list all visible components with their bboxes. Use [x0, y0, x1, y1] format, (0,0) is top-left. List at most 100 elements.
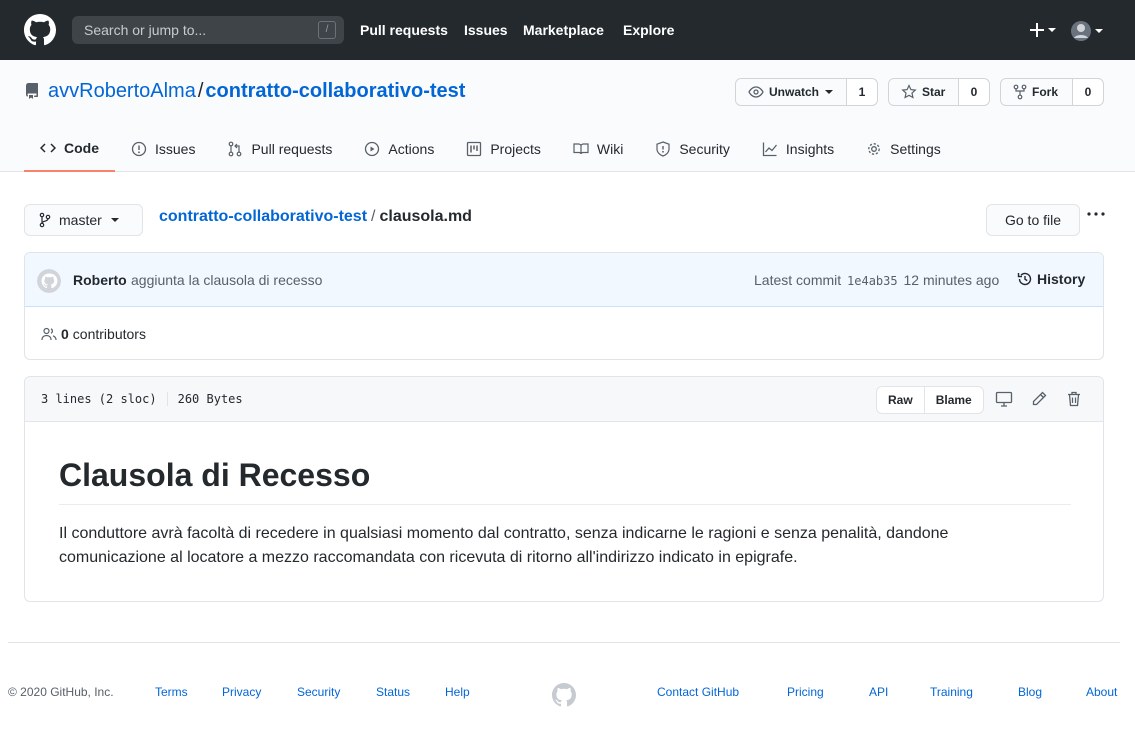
tab-issues[interactable]: Issues	[115, 126, 211, 172]
nav-marketplace[interactable]: Marketplace	[523, 22, 604, 38]
eye-icon	[748, 86, 764, 98]
fork-count[interactable]: 0	[1073, 79, 1103, 105]
search-input[interactable]: Search or jump to... /	[72, 16, 344, 44]
markdown-paragraph: Il conduttore avrà facoltà di recedere i…	[59, 522, 1071, 570]
tab-wiki[interactable]: Wiki	[557, 126, 639, 172]
project-icon	[467, 141, 482, 157]
star-button-group: Star 0	[888, 78, 990, 106]
unwatch-label: Unwatch	[769, 85, 820, 99]
star-count[interactable]: 0	[959, 79, 989, 105]
go-to-file-button[interactable]: Go to file	[986, 204, 1080, 236]
footer-link-blog[interactable]: Blog	[1018, 685, 1042, 699]
tab-label: Actions	[388, 141, 435, 157]
search-shortcut-key: /	[318, 21, 336, 39]
shield-icon	[656, 141, 670, 157]
fork-button[interactable]: Fork	[1001, 79, 1073, 105]
footer-link-training[interactable]: Training	[930, 685, 973, 699]
file-header: 3 lines (2 sloc) 260 Bytes Raw Blame	[25, 377, 1103, 422]
footer-link-pricing[interactable]: Pricing	[787, 685, 824, 699]
file-info: 3 lines (2 sloc) 260 Bytes	[41, 392, 243, 406]
footer-link-privacy[interactable]: Privacy	[222, 685, 261, 699]
history-label: History	[1037, 271, 1086, 287]
caret-down-icon	[110, 218, 119, 222]
footer-link-about[interactable]: About	[1086, 685, 1117, 699]
tab-actions[interactable]: Actions	[348, 126, 450, 172]
commit-author-link[interactable]: Roberto	[73, 272, 127, 288]
play-icon	[365, 141, 380, 157]
breadcrumb-separator: /	[371, 208, 376, 225]
blame-button[interactable]: Blame	[923, 387, 983, 413]
code-icon	[40, 143, 56, 153]
breadcrumb: contratto-collaborativo-test / clausola.md	[159, 208, 472, 226]
paragraph-line: comunicazione al locatore a mezzo raccom…	[59, 549, 798, 566]
tab-label: Projects	[490, 141, 541, 157]
nav-pull-requests[interactable]: Pull requests	[360, 22, 448, 38]
tab-insights[interactable]: Insights	[746, 126, 850, 172]
search-placeholder: Search or jump to...	[84, 22, 207, 38]
repo-title: avvRobertoAlma / contratto-collaborativo-t…	[48, 80, 465, 103]
branch-select-button[interactable]: master	[24, 204, 143, 236]
footer-link-status[interactable]: Status	[376, 685, 410, 699]
commit-row: Roberto aggiunta la clausola di recesso …	[25, 253, 1103, 307]
github-logo-icon[interactable]	[24, 14, 56, 46]
breadcrumb-repo-link[interactable]: contratto-collaborativo-test	[159, 208, 367, 225]
commit-message-link[interactable]: aggiunta la clausola di recesso	[131, 272, 322, 288]
paragraph-line: Il conduttore avrà facoltà di recedere i…	[59, 525, 949, 542]
avatar	[1071, 21, 1103, 41]
desktop-icon[interactable]	[995, 390, 1013, 408]
star-button[interactable]: Star	[889, 79, 959, 105]
pull-request-icon	[229, 141, 242, 157]
unwatch-button[interactable]: Unwatch	[736, 79, 847, 105]
footer-divider	[8, 642, 1120, 643]
user-menu[interactable]	[1071, 20, 1105, 42]
footer-link-terms[interactable]: Terms	[155, 685, 188, 699]
tab-label: Security	[679, 141, 730, 157]
watch-count[interactable]: 1	[847, 79, 877, 105]
nav-explore[interactable]: Explore	[623, 22, 674, 38]
fork-label: Fork	[1032, 85, 1059, 99]
contributors-info[interactable]: 0 contributors	[41, 326, 146, 342]
plus-icon	[1030, 23, 1056, 37]
watch-button-group: Unwatch 1	[735, 78, 878, 106]
nav-issues[interactable]: Issues	[464, 22, 508, 38]
file-info-divider	[166, 392, 168, 406]
fork-icon	[1013, 84, 1027, 100]
github-mark-icon[interactable]	[552, 683, 576, 707]
commit-time: 12 minutes ago	[903, 272, 1000, 288]
people-icon	[41, 327, 57, 341]
create-new-dropdown[interactable]	[1029, 18, 1059, 42]
tab-settings[interactable]: Settings	[850, 126, 957, 172]
footer-link-api[interactable]: API	[869, 685, 888, 699]
pencil-icon[interactable]	[1030, 390, 1048, 408]
footer-link-security[interactable]: Security	[297, 685, 340, 699]
repo-header: avvRobertoAlma / contratto-collaborativo-t…	[0, 60, 1135, 172]
repo-title-separator: /	[197, 80, 204, 102]
kebab-menu-icon[interactable]	[1086, 206, 1106, 222]
history-link[interactable]: History	[1017, 271, 1085, 287]
file-lines: 3 lines (2 sloc)	[41, 392, 157, 406]
tab-projects[interactable]: Projects	[450, 126, 557, 172]
avatar[interactable]	[37, 269, 61, 293]
history-icon	[1017, 272, 1032, 286]
repo-name-link[interactable]: contratto-collaborativo-test	[205, 80, 465, 102]
repo-owner-link[interactable]: avvRobertoAlma	[48, 80, 196, 102]
footer-link-contact[interactable]: Contact GitHub	[657, 685, 739, 699]
branch-name: master	[59, 212, 102, 228]
tab-code[interactable]: Code	[24, 126, 115, 172]
file-size: 260 Bytes	[177, 392, 243, 406]
star-label: Star	[922, 85, 946, 99]
breadcrumb-file: clausola.md	[379, 208, 472, 225]
global-header: Search or jump to... / Pull requests Iss…	[0, 0, 1135, 60]
repo-nav: Code Issues Pull requests Actions Projec…	[24, 126, 957, 172]
graph-icon	[762, 142, 777, 157]
trash-icon[interactable]	[1065, 390, 1083, 408]
tab-label: Code	[64, 140, 99, 156]
markdown-heading: Clausola di Recesso	[59, 457, 1071, 505]
raw-button[interactable]: Raw	[877, 387, 924, 413]
footer-link-help[interactable]: Help	[445, 685, 470, 699]
tab-security[interactable]: Security	[639, 126, 746, 172]
repo-icon	[25, 83, 38, 99]
tab-label: Settings	[890, 141, 941, 157]
commit-sha-link[interactable]: 1e4ab35	[847, 274, 898, 288]
tab-pull-requests[interactable]: Pull requests	[211, 126, 348, 172]
